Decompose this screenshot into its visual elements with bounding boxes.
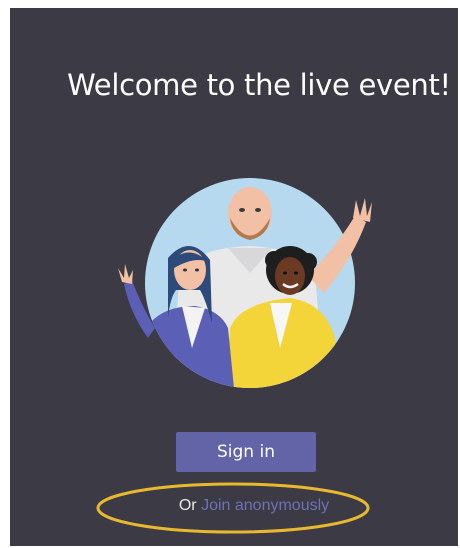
join-anonymously-link[interactable]: Join anonymously [201,497,329,514]
people-celebrating-illustration [118,178,372,388]
or-label: Or [178,497,197,514]
sign-in-button[interactable]: Sign in [176,432,316,472]
page-title: Welcome to the live event! [67,68,451,102]
join-anonymously-line: Or Join anonymously [10,497,458,515]
live-event-welcome-panel: Welcome to the live event! Sign in Or Jo… [10,8,458,546]
